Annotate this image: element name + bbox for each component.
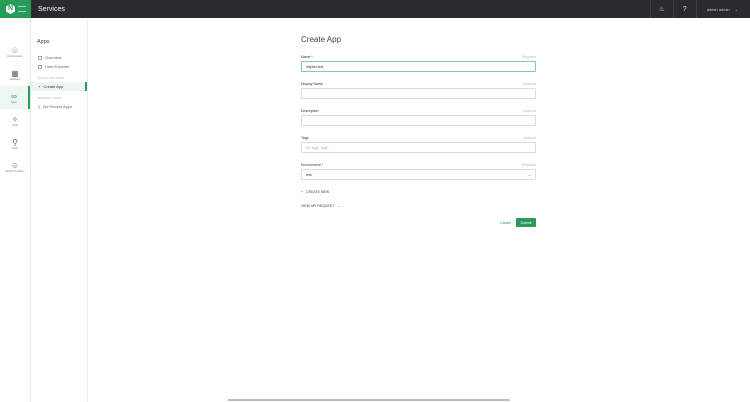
rail-identity-providers[interactable]: ☺ Identity Providers [0,155,30,178]
user-name: admin admin [706,6,730,12]
rail-environments[interactable]: ♧ Environments [0,40,30,63]
api-icon: ✧ [11,114,19,124]
environment-value: test [306,172,312,177]
rail-label: Environments [7,54,23,58]
create-new-label: CREATE NEW [306,190,330,194]
sidebar-item-recent: ▯ No Recent Apps [31,102,87,111]
environment-label: Environment * [301,163,323,167]
sidebar-label: Create App [43,84,64,89]
rail-apps[interactable]: ∞ Apps [0,86,30,109]
nginx-logo[interactable]: N [0,0,31,18]
plus-icon: + [38,84,41,89]
help-icon[interactable]: ? [672,0,696,18]
rail-label: Certs [12,146,18,150]
rail-label: Gateways [9,77,21,81]
tags-hint: Optional [522,136,536,140]
apps-sidebar: Apps Overview Data Explorer QUICK ACTION… [31,18,88,402]
create-app-form: Create App Name * Required httpbin-test D… [301,35,536,227]
cancel-button[interactable]: Cancel [500,221,511,225]
environments-icon: ♧ [11,45,19,55]
create-new-button[interactable]: + CREATE NEW [301,190,536,194]
sidebar-label: Overview [45,55,62,60]
environment-select[interactable]: test ⌄ [301,169,536,180]
app-icon: ▯ [38,104,41,109]
rail-label: Apps [11,100,17,104]
section-label: QUICK ACTIONS [38,76,65,80]
tags-input[interactable]: Ex: tag1, tag2, ... [301,142,536,153]
user-menu[interactable]: admin admin ⌄ [695,0,750,18]
rail-certs[interactable]: ⚲ Certs [0,132,30,155]
bell-icon[interactable]: ♨ [649,0,673,18]
tags-label: Tags [301,136,309,140]
name-value: httpbin-test [306,64,324,69]
description-input[interactable] [301,115,536,126]
sidebar-item-create-app[interactable]: + Create App [31,82,87,91]
rail-label: Identity Providers [5,169,25,173]
display-name-hint: Optional [522,82,536,86]
display-name-label: Display Name [301,82,323,86]
tags-placeholder: Ex: tag1, tag2, ... [306,145,333,150]
chevron-down-icon: ⌄ [528,172,531,177]
submit-button[interactable]: Submit [516,218,536,227]
rail-apis[interactable]: ✧ APIs [0,109,30,132]
rail-gateways[interactable]: ▦ Gateways [0,63,30,86]
horizontal-scrollbar[interactable] [228,399,510,401]
nav-rail: ♧ Environments ▦ Gateways ∞ Apps ✧ APIs ⚲ Cer… [0,18,31,402]
top-bar: N Services ♨ ? admin admin ⌄ [0,0,750,18]
chevron-down-icon: ⌄ [337,204,341,208]
name-label: Name * [301,55,313,59]
name-input[interactable]: httpbin-test [301,61,536,72]
certificate-icon: ⚲ [12,137,18,147]
menu-icon[interactable] [18,6,26,12]
rail-label: APIs [12,123,18,127]
sidebar-item-overview[interactable]: Overview [31,53,87,62]
data-explorer-icon [38,64,42,69]
sidebar-item-data-explorer[interactable]: Data Explorer [31,62,87,71]
chevron-down-icon: ⌄ [734,6,738,12]
plus-icon: + [301,190,304,194]
description-label: Description [301,109,319,113]
gateway-icon: ▦ [11,68,19,78]
section-label: RECENT APPS [38,96,62,100]
view-api-request-toggle[interactable]: VIEW API REQUEST ⌄ [301,204,536,208]
apps-icon: ∞ [11,91,17,101]
overview-icon [38,55,42,60]
environment-hint: Required [521,163,536,167]
sidebar-label: Data Explorer [45,64,70,69]
display-name-input[interactable] [301,88,536,99]
name-hint: Required [521,55,536,59]
view-api-label: VIEW API REQUEST [301,204,335,208]
sidebar-label: No Recent Apps [43,104,73,109]
app-title: Services [38,5,65,13]
identity-icon: ☺ [10,160,20,170]
page-title: Create App [301,35,342,44]
description-hint: Optional [522,109,536,113]
